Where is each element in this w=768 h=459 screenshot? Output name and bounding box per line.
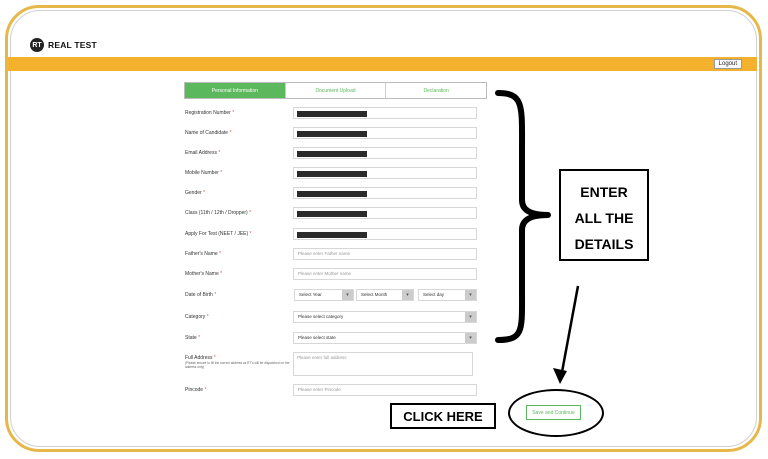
curly-brace	[495, 90, 551, 343]
annotation-overlay	[495, 90, 580, 384]
pointer-arrow-head	[553, 368, 567, 384]
pointer-arrow-line	[560, 285, 580, 373]
